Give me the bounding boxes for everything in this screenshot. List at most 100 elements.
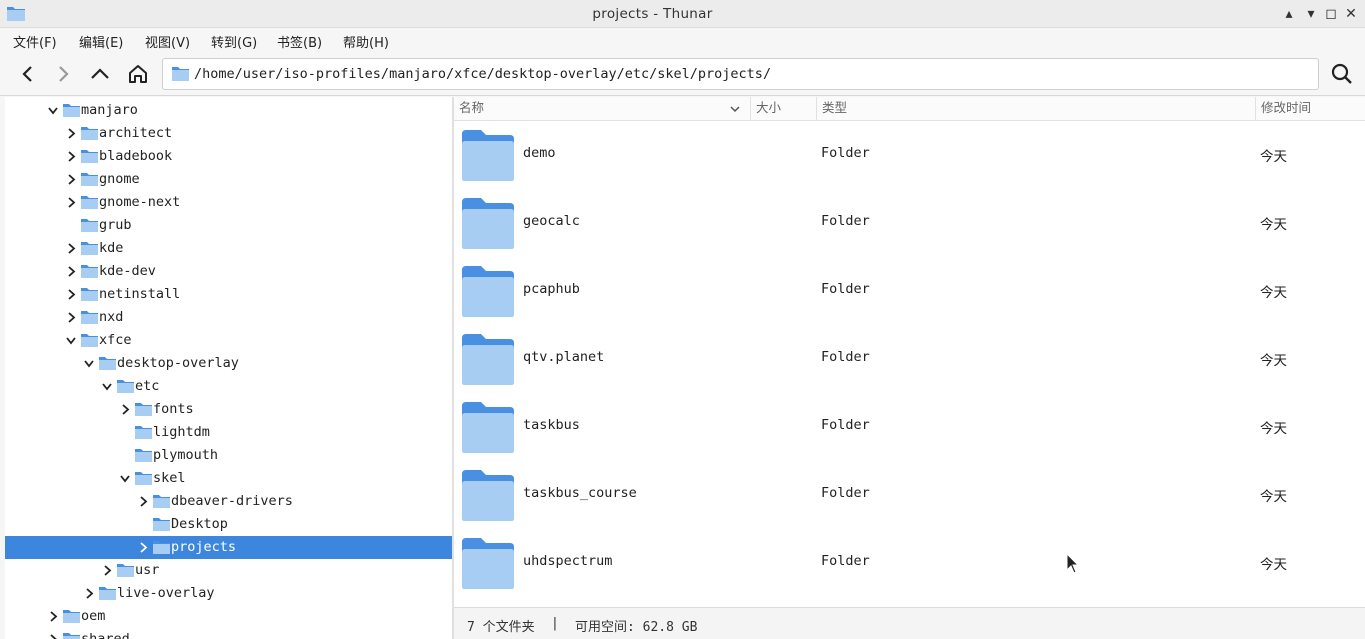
folder-icon [135,449,152,462]
file-row[interactable]: geocalc Folder 今天 [454,188,1365,256]
sidebar-item-nxd[interactable]: nxd [5,306,452,329]
folder-icon [81,150,98,163]
file-row[interactable]: qtv.planet Folder 今天 [454,324,1365,392]
column-header: 名称 大小 类型 修改时间 [454,97,1365,121]
chevron-right-icon[interactable] [65,127,77,140]
chevron-down-icon[interactable] [119,472,131,485]
sidebar-item-label: live-overlay [117,585,215,601]
file-modified: 今天 [1260,421,1287,437]
sidebar-item-label: Desktop [171,516,228,532]
sidebar-item-label: oem [81,608,106,624]
file-modified: 今天 [1260,217,1287,233]
chevron-down-icon[interactable] [65,334,77,347]
column-name[interactable]: 名称 [454,97,751,121]
folder-icon [81,242,98,255]
sidebar-item-etc[interactable]: etc [5,375,452,398]
sidebar-item-projects[interactable]: projects [5,536,452,559]
chevron-right-icon[interactable] [65,150,77,163]
sidebar-item-usr[interactable]: usr [5,559,452,582]
sidebar-item-kde-dev[interactable]: kde-dev [5,260,452,283]
folder-icon [81,127,98,140]
up-button[interactable] [86,60,114,88]
minimize-button[interactable]: ▴ [1279,4,1299,24]
column-modified[interactable]: 修改时间 [1256,97,1365,121]
arrow-up-icon [91,68,109,79]
menu-file[interactable]: 文件(F) [13,32,57,51]
file-row[interactable]: pcaphub Folder 今天 [454,256,1365,324]
sidebar-item-xfce[interactable]: xfce [5,329,452,352]
sidebar-item-bladebook[interactable]: bladebook [5,145,452,168]
sidebar-item-label: gnome [99,171,140,187]
sidebar-item-architect[interactable]: architect [5,122,452,145]
sidebar-item-label: manjaro [81,102,138,118]
chevron-down-icon[interactable] [101,380,113,393]
sidebar-item-netinstall[interactable]: netinstall [5,283,452,306]
chevron-right-icon[interactable] [119,403,131,416]
chevron-right-icon[interactable] [65,311,77,324]
chevron-right-icon[interactable] [65,196,77,209]
folder-icon [462,402,514,453]
sidebar-item-label: usr [135,562,160,578]
chevron-right-icon[interactable] [101,564,113,577]
maximize-button[interactable]: ◻ [1321,4,1341,24]
file-name: geocalc [523,213,580,229]
forward-button[interactable] [49,60,77,88]
chevron-right-icon[interactable] [47,633,59,639]
chevron-right-icon[interactable] [65,265,77,278]
chevron-right-icon[interactable] [83,587,95,600]
file-modified: 今天 [1260,489,1287,505]
sidebar-item-skel[interactable]: skel [5,467,452,490]
file-row[interactable]: taskbus_course Folder 今天 [454,460,1365,528]
menu-edit[interactable]: 编辑(E) [79,32,123,51]
sidebar-item-plymouth[interactable]: plymouth [5,444,452,467]
file-type: Folder [821,213,870,229]
file-type: Folder [821,145,870,161]
menu-go[interactable]: 转到(G) [211,32,257,51]
sidebar-item-gnome-next[interactable]: gnome-next [5,191,452,214]
sidebar-item-oem[interactable]: oem [5,605,452,628]
sidebar-item-label: projects [171,539,237,555]
back-button[interactable] [14,60,42,88]
sidebar-item-shared[interactable]: shared [5,628,452,639]
file-row[interactable]: demo Folder 今天 [454,120,1365,188]
sidebar-item-fonts[interactable]: fonts [5,398,452,421]
menu-view[interactable]: 视图(V) [145,32,190,51]
sidebar-item-label: plymouth [153,447,219,463]
menu-bookmarks[interactable]: 书签(B) [277,32,322,51]
sidebar-item-dbeaver-drivers[interactable]: dbeaver-drivers [5,490,452,513]
sidebar-item-live-overlay[interactable]: live-overlay [5,582,452,605]
column-size[interactable]: 大小 [751,97,817,121]
folder-icon [99,357,116,370]
chevron-right-icon[interactable] [137,495,149,508]
home-button[interactable] [124,60,152,88]
sidebar-item-kde[interactable]: kde [5,237,452,260]
sidebar-item-desktop-overlay[interactable]: desktop-overlay [5,352,452,375]
sidebar-item-desktop[interactable]: Desktop [5,513,452,536]
chevron-right-icon[interactable] [65,173,77,186]
file-row[interactable]: uhdspectrum Folder 今天 [454,528,1365,596]
menu-help[interactable]: 帮助(H) [343,32,389,51]
folder-icon [63,610,80,623]
column-type[interactable]: 类型 [817,97,1256,121]
sidebar-tree[interactable]: manjaro architect bladebook gnome gnome-next… [5,97,452,639]
folder-icon [81,196,98,209]
chevron-down-icon[interactable] [83,357,95,370]
chevron-right-icon[interactable] [65,288,77,301]
file-type: Folder [821,485,870,501]
search-button[interactable] [1328,60,1356,88]
sidebar-item-grub[interactable]: grub [5,214,452,237]
close-button[interactable]: ✕ [1341,4,1361,24]
sidebar-item-lightdm[interactable]: lightdm [5,421,452,444]
file-row[interactable]: taskbus Folder 今天 [454,392,1365,460]
chevron-right-icon[interactable] [47,610,59,623]
sidebar-item-gnome[interactable]: gnome [5,168,452,191]
chevron-down-icon[interactable] [47,104,59,117]
sidebar-item-manjaro[interactable]: manjaro [5,99,452,122]
file-type: Folder [821,553,870,569]
file-name: demo [523,145,556,161]
restore-button[interactable]: ▾ [1301,4,1321,24]
location-bar[interactable]: /home/user/iso-profiles/manjaro/xfce/des… [162,58,1319,90]
chevron-right-icon[interactable] [137,541,149,554]
status-bar: 7 个文件夹 | 可用空间: 62.8 GB [454,607,1365,639]
chevron-right-icon[interactable] [65,242,77,255]
